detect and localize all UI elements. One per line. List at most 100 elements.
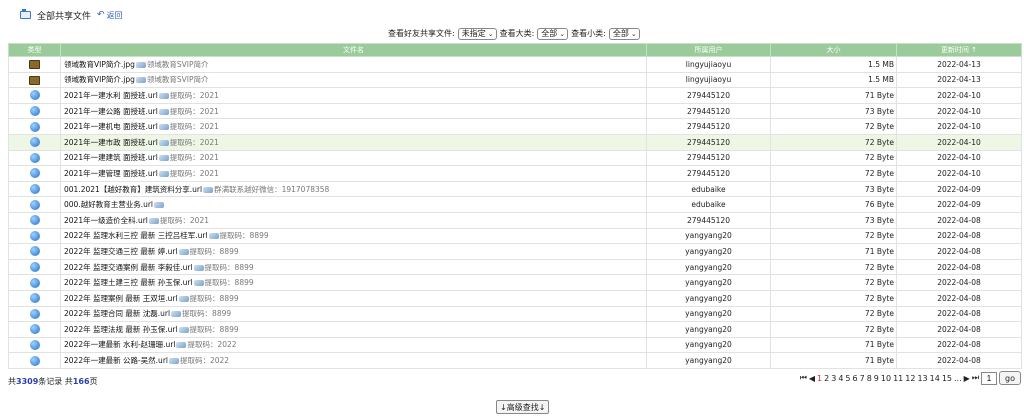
filename-cell: 2021年一建机电 面授班.url 提取码：2021 [60,118,647,135]
col-header-updated[interactable]: 更新时间 ↑ [896,43,1022,57]
page-number-link[interactable]: 12 [905,374,915,383]
edit-note-icon[interactable] [154,202,165,209]
col-header-user[interactable]: 所属用户 [646,43,771,57]
filename-link[interactable]: 2021年一级造价全科.url [64,216,148,225]
edit-note-icon[interactable] [135,77,146,84]
size-cell: 72 Byte [770,305,897,323]
back-link[interactable]: ↶ 返回 [97,10,123,21]
filename-link[interactable]: 2022年 监理水利三控 最新 三控吕桂军.url [64,231,208,240]
table-row[interactable]: 2022年一建最新 水利-赵珊珊.url 提取码：2022 yangyang20 71… [8,336,1022,354]
table-row[interactable]: 领域教育VIP简介.jpg 领域教育SVIP简介 lingyujiaoyu 1.5 M… [8,56,1022,73]
edit-note-icon[interactable] [193,264,204,271]
first-page-icon[interactable]: ⏮ [800,373,807,383]
filename-link[interactable]: 2021年一建管理 面授班.url [64,169,158,178]
page-number-link[interactable]: 9 [874,374,879,383]
page-number-link[interactable]: 1 [817,374,822,383]
edit-note-icon[interactable] [193,280,204,287]
prev-page-icon[interactable]: ◀ [809,374,815,383]
page-number-link[interactable]: 14 [930,374,940,383]
filename-link[interactable]: 2022年 监理交通三控 最新 婷.url [64,247,178,256]
edit-note-icon[interactable] [158,155,169,162]
table-row[interactable]: 2021年一级造价全科.url 提取码：2021 279445120 73 Byte 2… [8,211,1022,229]
table-row[interactable]: 2022年 监理合同 最新 沈磊.url 提取码：8899 yangyang20 72… [8,305,1022,323]
page-number-link[interactable]: 4 [838,374,843,383]
table-row[interactable]: 2021年一建水利 面授班.url 提取码：2021 279445120 71 Byt… [8,87,1022,104]
page-number-link[interactable]: ... [954,374,962,383]
go-button[interactable]: go [999,371,1021,385]
table-row[interactable]: 000.越好教育主营业务.url edubaike 76 Byte 2022-04-0… [8,196,1022,213]
last-page-icon[interactable]: ⏭ [972,373,979,383]
page-number-link[interactable]: 3 [831,374,836,383]
edit-note-icon[interactable] [171,311,182,318]
page-number-link[interactable]: 13 [917,374,927,383]
next-page-icon[interactable]: ▶ [964,374,970,383]
page-jump-input[interactable] [981,371,998,385]
page-number-link[interactable]: 11 [893,374,903,383]
advanced-search-button[interactable]: ↓高级查找↓ [496,400,550,414]
page-number-link[interactable]: 6 [853,374,858,383]
page-number-link[interactable]: 2 [824,374,829,383]
file-note: 提取码：8899 [182,309,232,319]
edit-note-icon[interactable] [178,295,189,302]
col-header-size[interactable]: 大小 [770,43,897,57]
filename-link[interactable]: 2022年 监理法规 最新 孙玉保.url [64,325,178,334]
table-row[interactable]: 2021年一建机电 面授班.url 提取码：2021 279445120 72 Byt… [8,118,1022,135]
table-row[interactable]: 2022年 监理法规 最新 孙玉保.url 提取码：8899 yangyang20 7… [8,321,1022,338]
web-link-icon [29,106,40,117]
page-number-link[interactable]: 7 [860,374,865,383]
filename-link[interactable]: 2021年一建机电 面授班.url [64,122,158,131]
edit-note-icon[interactable] [168,358,179,365]
filename-link[interactable]: 2022年 监理交通案例 最新 李毅佳.url [64,263,193,272]
table-row[interactable]: 2022年 监理土建三控 最新 孙玉保.url 提取码：8899 yangyang2… [8,274,1022,291]
filename-cell: 2021年一建公路 面授班.url 提取码：2021 [60,102,647,120]
col-header-filename[interactable]: 文件名 [60,43,647,57]
filename-link[interactable]: 领域教育VIP简介.jpg [64,75,135,84]
table-row[interactable]: 2022年 监理案例 最新 王双垣.url 提取码：8899 yangyang20 7… [8,289,1022,307]
edit-note-icon[interactable] [178,248,189,255]
table-row[interactable]: 2022年 监理水利三控 最新 三控吕桂军.url 提取码：8899 yangyan… [8,227,1022,245]
table-row[interactable]: 001.2021【越好教育】建筑资料分享.url 群满联系越好微信：1917078… [8,180,1022,198]
page-number-link[interactable]: 15 [942,374,952,383]
major-category-select[interactable]: 全部 ⌄ [537,27,569,40]
filename-link[interactable]: 000.越好教育主营业务.url [64,200,153,209]
filename-link[interactable]: 2021年一建公路 面授班.url [64,107,158,116]
filename-link[interactable]: 2022年一建最新 公路-吴然.url [64,356,168,365]
edit-note-icon[interactable] [158,92,169,99]
table-row[interactable]: 2022年 监理交通案例 最新 李毅佳.url 提取码：8899 yangyang2… [8,258,1022,276]
filename-link[interactable]: 2021年一建市政 面授班.url [64,138,158,147]
page-number-link[interactable]: 5 [845,374,850,383]
edit-note-icon[interactable] [176,342,187,349]
edit-note-icon[interactable] [178,326,189,333]
friend-filter-select[interactable]: 未指定 ⌄ [457,27,497,40]
table-row[interactable]: 2021年一建建筑 面授班.url 提取码：2021 279445120 72 Byt… [8,149,1022,167]
filename-link[interactable]: 2022年 监理案例 最新 王双垣.url [64,294,178,303]
page-number-link[interactable]: 8 [867,374,872,383]
table-row[interactable]: 2021年一建管理 面授班.url 提取码：2021 279445120 72 Byt… [8,165,1022,182]
size-cell: 71 Byte [770,87,897,104]
table-row[interactable]: 2022年一建最新 公路-吴然.url 提取码：2022 yangyang20 71 … [8,352,1022,369]
page-number-link[interactable]: 10 [881,374,891,383]
edit-note-icon[interactable] [158,139,169,146]
filename-link[interactable]: 2022年一建最新 水利-赵珊珊.url [64,340,175,349]
edit-note-icon[interactable] [208,233,219,240]
filename-link[interactable]: 001.2021【越好教育】建筑资料分享.url [64,185,202,194]
minor-category-select[interactable]: 全部 ⌄ [608,27,640,40]
edit-note-icon[interactable] [135,61,146,68]
file-note: 提取码：8899 [204,278,254,288]
edit-note-icon[interactable] [158,108,169,115]
table-row[interactable]: 2022年 监理交通三控 最新 婷.url 提取码：8899 yangyang20 7… [8,243,1022,260]
col-header-type[interactable]: 类型 [8,43,61,57]
record-summary: 共3309条记录 共166页 [8,377,98,386]
filename-link[interactable]: 2021年一建建筑 面授班.url [64,153,158,162]
filename-link[interactable]: 领域教育VIP简介.jpg [64,60,135,69]
table-row[interactable]: 领域教育VIP简介.jpg 领域教育SVIP简介 lingyujiaoyu 1.5 M… [8,71,1022,89]
edit-note-icon[interactable] [158,124,169,131]
filename-link[interactable]: 2021年一建水利 面授班.url [64,91,158,100]
table-row[interactable]: 2021年一建公路 面授班.url 提取码：2021 279445120 73 Byt… [8,102,1022,120]
filename-link[interactable]: 2022年 监理土建三控 最新 孙玉保.url [64,278,193,287]
table-row[interactable]: 2021年一建市政 面授班.url 提取码：2021 279445120 72 Byt… [8,133,1022,151]
edit-note-icon[interactable] [203,186,214,193]
edit-note-icon[interactable] [148,217,159,224]
filename-link[interactable]: 2022年 监理合同 最新 沈磊.url [64,309,170,318]
edit-note-icon[interactable] [158,170,169,177]
